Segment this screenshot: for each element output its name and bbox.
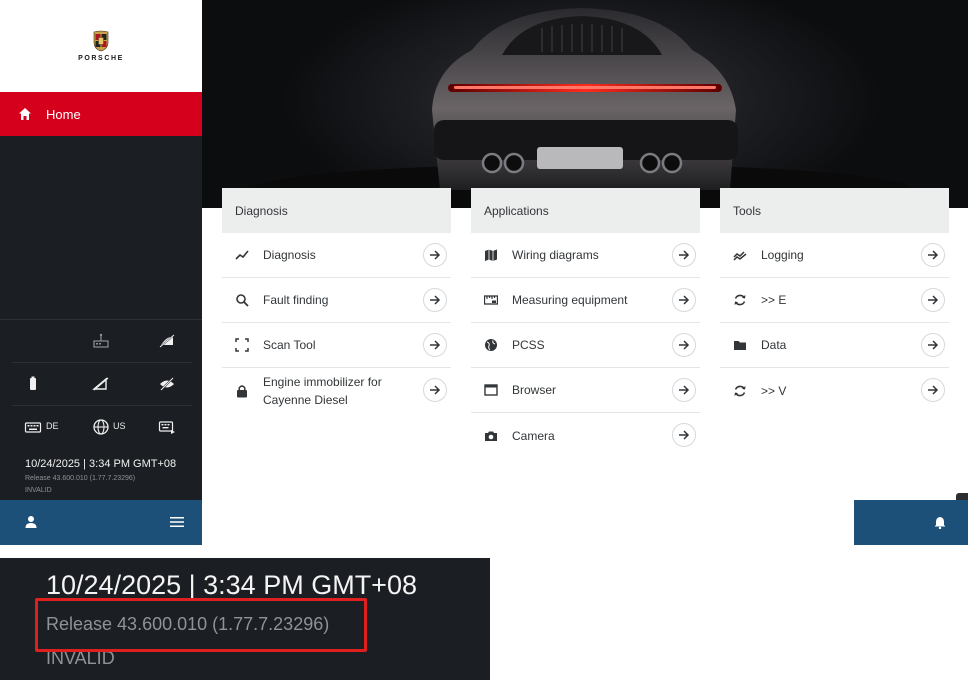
hero-image [202, 0, 968, 208]
sync-icon [733, 293, 747, 307]
item-label: Scan Tool [263, 338, 316, 352]
brand-logo: PORSCHE [0, 0, 202, 92]
lock-icon [235, 384, 249, 398]
region-language: US [113, 421, 126, 431]
status-row-2 [12, 363, 192, 406]
arrow-right-icon[interactable] [921, 288, 945, 312]
keyboard-icon[interactable] [24, 418, 42, 436]
list-item-logging[interactable]: Logging [720, 233, 949, 278]
arrow-right-icon[interactable] [921, 243, 945, 267]
main-content: Diagnosis Diagnosis Fault finding Scan T… [202, 188, 968, 545]
arrow-right-icon[interactable] [672, 243, 696, 267]
arrow-right-icon[interactable] [423, 378, 447, 402]
list-item-measuring-equipment[interactable]: Measuring equipment [471, 278, 700, 323]
measure-icon [484, 293, 498, 307]
release-version: Release 43.600.010 (1.77.7.23296) [25, 475, 136, 482]
item-label: Browser [512, 383, 557, 397]
status-row-3: DE US [12, 406, 192, 449]
vci-device-icon [92, 332, 110, 350]
signal-off-icon [92, 375, 110, 393]
arrow-right-icon[interactable] [423, 333, 447, 357]
list-item-wiring-diagrams[interactable]: Wiring diagrams [471, 233, 700, 278]
map-icon [484, 248, 498, 262]
zoom-datetime: 10/24/2025 | 3:34 PM GMT+08 [46, 570, 417, 600]
trend-icon [235, 248, 249, 262]
search-icon [235, 293, 249, 307]
item-label: Engine immobilizer for Cayenne Diesel [263, 374, 382, 407]
arrow-right-icon[interactable] [672, 423, 696, 447]
item-label: Wiring diagrams [512, 248, 599, 262]
panel-diagnosis: Diagnosis Diagnosis Fault finding Scan T… [222, 188, 451, 413]
list-item-pcss[interactable]: PCSS [471, 323, 700, 368]
arrow-right-icon[interactable] [423, 243, 447, 267]
sidebar-bottom-bar [0, 500, 202, 545]
connection-off-icon [158, 332, 176, 350]
keyboard-language: DE [46, 421, 59, 431]
item-label: Fault finding [263, 293, 329, 307]
list-item-browser[interactable]: Browser [471, 368, 700, 413]
car-illustration [252, 8, 912, 208]
arrow-right-icon[interactable] [921, 378, 945, 402]
status-row-1 [12, 320, 192, 363]
panel-tools: Tools Logging >> E Data >> V [720, 188, 949, 413]
menu-icon[interactable] [170, 516, 184, 528]
item-label: Logging [761, 248, 804, 262]
list-item-camera[interactable]: Camera [471, 413, 700, 458]
arrow-right-icon[interactable] [672, 333, 696, 357]
list-item-fault-finding[interactable]: Fault finding [222, 278, 451, 323]
item-label: Data [761, 338, 787, 352]
logo-wordmark: PORSCHE [78, 55, 124, 62]
arrow-right-icon[interactable] [921, 333, 945, 357]
item-label: Measuring equipment [512, 293, 628, 307]
panel-header: Diagnosis [222, 188, 451, 233]
sync-icon [733, 384, 747, 398]
browser-icon [484, 383, 498, 397]
list-item-e[interactable]: >> E [720, 278, 949, 323]
panel-header: Applications [471, 188, 700, 233]
status-panel: DE US [0, 319, 202, 449]
keyboard-settings-icon[interactable] [158, 418, 176, 436]
datetime-display: 10/24/2025 | 3:34 PM GMT+08 [25, 458, 177, 470]
list-item-diagnosis[interactable]: Diagnosis [222, 233, 451, 278]
globe-icon[interactable] [92, 418, 110, 436]
folder-icon [733, 338, 747, 352]
battery-icon [24, 375, 42, 393]
camera-icon [484, 429, 498, 443]
list-item-scan-tool[interactable]: Scan Tool [222, 323, 451, 368]
list-item-engine-immobilizer[interactable]: Engine immobilizer for Cayenne Diesel [222, 368, 451, 413]
arrow-right-icon[interactable] [672, 378, 696, 402]
user-icon[interactable] [24, 515, 38, 529]
arrow-right-icon[interactable] [672, 288, 696, 312]
item-label: Camera [512, 428, 555, 443]
item-label: >> E [761, 293, 787, 307]
app-window: PORSCHE Home DE US 10/24/2025 | 3:34 PM … [0, 0, 968, 545]
sidebar-item-home[interactable]: Home [0, 92, 202, 136]
item-label: >> V [761, 383, 787, 398]
item-label: Diagnosis [263, 248, 316, 262]
license-status: INVALID [25, 487, 52, 494]
home-label: Home [46, 106, 81, 122]
panel-applications: Applications Wiring diagrams Measuring e… [471, 188, 700, 458]
logging-icon [733, 248, 747, 262]
list-item-data[interactable]: Data [720, 323, 949, 368]
globe-icon [484, 338, 498, 352]
arrow-right-icon[interactable] [423, 288, 447, 312]
item-label: PCSS [512, 338, 545, 352]
list-item-v[interactable]: >> V [720, 368, 949, 413]
sidebar: PORSCHE Home DE US 10/24/2025 | 3:34 PM … [0, 0, 202, 545]
bell-icon[interactable] [934, 516, 946, 529]
porsche-crest-icon [93, 30, 109, 52]
home-icon [19, 108, 31, 120]
panel-header: Tools [720, 188, 949, 233]
highlight-box [35, 598, 367, 652]
visibility-off-icon [158, 375, 176, 393]
scan-frame-icon [235, 338, 249, 352]
notification-bar [854, 500, 968, 545]
